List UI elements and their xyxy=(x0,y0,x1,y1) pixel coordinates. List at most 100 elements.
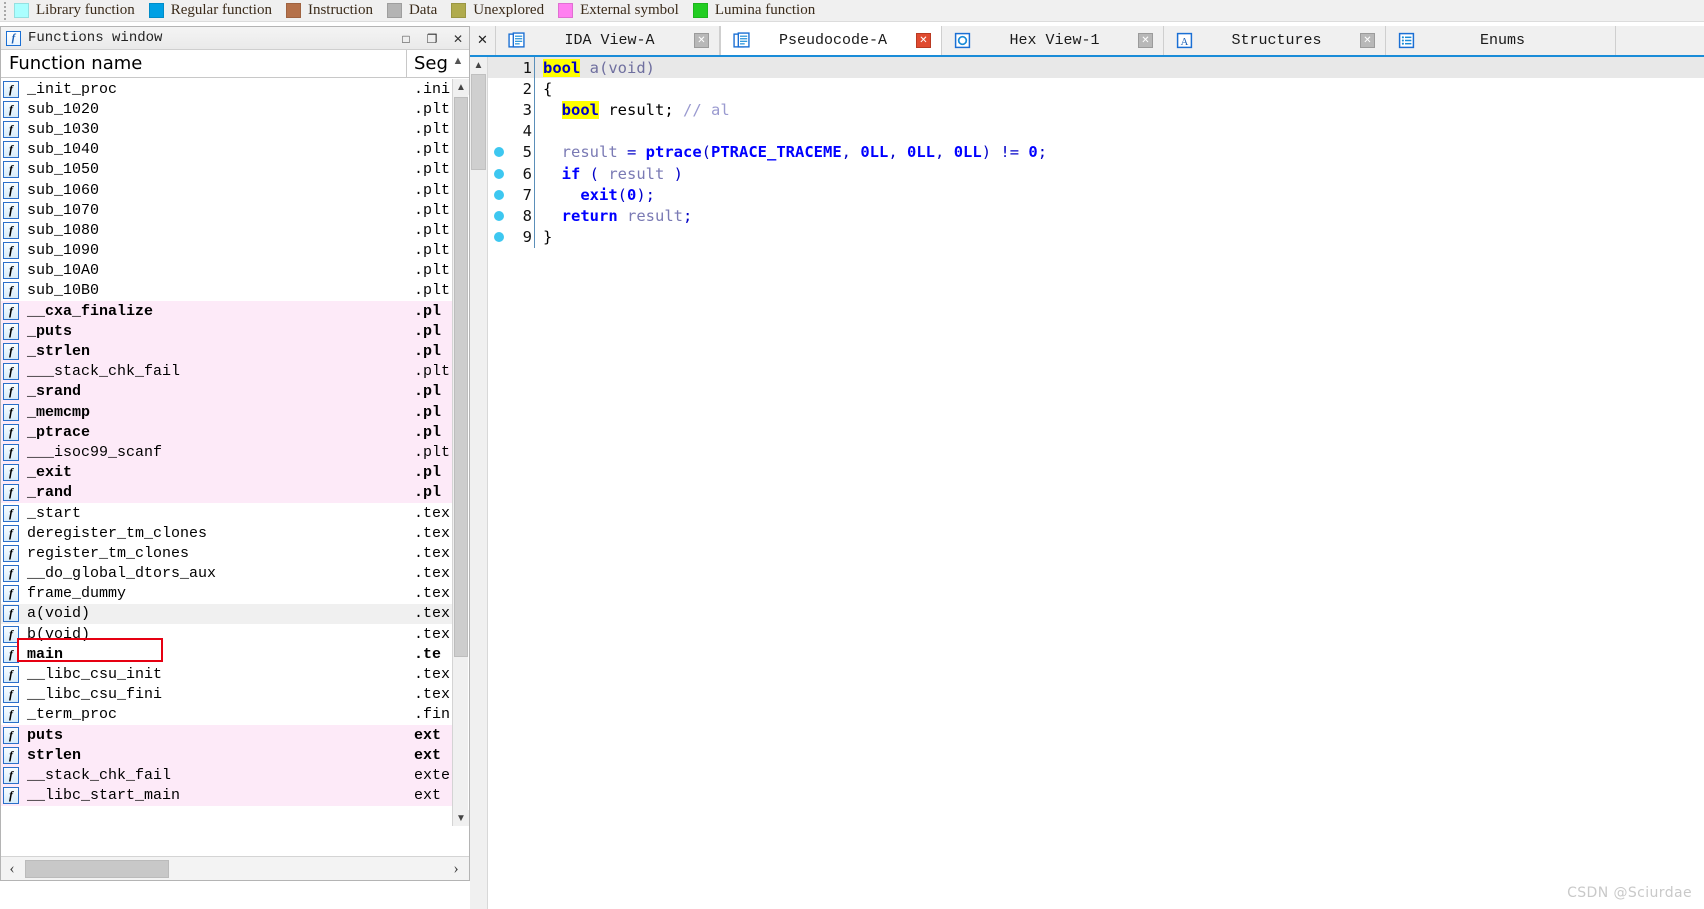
breakpoint-marker-icon[interactable] xyxy=(488,210,510,221)
function-list-item[interactable]: f sub_1030 .plt xyxy=(1,119,453,140)
function-list-item[interactable]: f frame_dummy .tex xyxy=(1,583,453,604)
function-list-item[interactable]: f sub_1060 .plt xyxy=(1,179,453,201)
chevron-up-icon[interactable]: ▲ xyxy=(451,55,465,73)
function-list-item[interactable]: f sub_1080 .plt xyxy=(1,220,453,241)
function-list-item[interactable]: f _rand .pl xyxy=(1,482,453,503)
function-list-item[interactable]: f __libc_start_main ext xyxy=(1,785,453,806)
function-list-item[interactable]: f deregister_tm_clones .tex xyxy=(1,523,453,544)
close-tab-button[interactable]: ✕ xyxy=(470,26,496,55)
function-list-item[interactable]: f strlen ext xyxy=(1,745,453,766)
function-list-item[interactable]: f sub_1020 .plt xyxy=(1,99,453,120)
scroll-right-icon[interactable]: › xyxy=(445,858,467,880)
function-list-item[interactable]: f register_tm_clones .tex xyxy=(1,543,453,564)
function-list-vertical-scrollbar[interactable]: ▲ ▼ xyxy=(452,79,469,826)
legend-label: External symbol xyxy=(580,2,679,18)
scroll-up-icon[interactable]: ▲ xyxy=(470,57,487,73)
tab-label: Hex View-1 xyxy=(1009,32,1100,49)
pseudocode-line[interactable]: 9} xyxy=(488,226,1704,248)
function-list-item[interactable]: f sub_10B0 .plt xyxy=(1,280,453,302)
pseudocode-line-text: if ( result ) xyxy=(535,165,683,183)
pseudocode-text-body[interactable]: 1 bool a(void) 2{3 bool result; // al 4 5 re… xyxy=(488,57,1704,909)
scroll-down-icon[interactable]: ▼ xyxy=(453,810,469,826)
function-list-item[interactable]: f puts ext xyxy=(1,725,453,746)
tab-enums[interactable]: Enums xyxy=(1386,26,1616,55)
pseudocode-line[interactable]: 2{ xyxy=(488,78,1704,100)
function-list-item[interactable]: f _init_proc .ini xyxy=(1,79,453,100)
function-list-item[interactable]: f __libc_csu_fini .tex xyxy=(1,684,453,705)
vertical-scroll-thumb[interactable] xyxy=(471,74,486,170)
function-list-item[interactable]: f b(void) .tex xyxy=(1,624,453,645)
functions-window-titlebar[interactable]: f Functions window □ ❐ ✕ xyxy=(1,27,469,50)
pseudocode-line[interactable]: 7 exit(0); xyxy=(488,184,1704,206)
function-list-item[interactable]: f ___isoc99_scanf .plt xyxy=(1,442,453,463)
function-icon: f xyxy=(3,746,19,764)
tab-close-icon[interactable]: ✕ xyxy=(1137,33,1153,48)
pseudocode-line[interactable]: 3 bool result; // al xyxy=(488,99,1704,121)
breakpoint-marker-icon[interactable] xyxy=(488,189,510,200)
function-list-item[interactable]: f sub_1040 .plt xyxy=(1,139,453,160)
function-list-item[interactable]: f _puts .pl xyxy=(1,321,453,342)
function-list-item[interactable]: f ___stack_chk_fail .plt xyxy=(1,361,453,382)
function-list-item[interactable]: f _ptrace .pl xyxy=(1,422,453,443)
function-segment-label: .plt xyxy=(414,161,451,179)
restore-button[interactable]: □ xyxy=(399,32,413,46)
tab-ida-view-a[interactable]: IDA View-A ✕ xyxy=(496,26,720,55)
column-header-segment[interactable]: Seg xyxy=(414,53,448,74)
function-list-item[interactable]: f main .te xyxy=(1,644,453,665)
function-list-item[interactable]: f a(void) .tex xyxy=(1,603,453,625)
function-list-item[interactable]: f sub_1090 .plt xyxy=(1,240,453,261)
function-list-item[interactable]: f _srand .pl xyxy=(1,381,453,402)
function-list-horizontal-scrollbar[interactable]: ‹ › xyxy=(1,856,469,880)
function-list-item[interactable]: f sub_1070 .plt xyxy=(1,200,453,221)
pseudocode-line[interactable]: 6 if ( result ) xyxy=(488,162,1704,185)
code-token: 0LL xyxy=(953,143,982,162)
function-icon: f xyxy=(3,666,19,684)
function-list-item[interactable]: f __do_global_dtors_aux .tex xyxy=(1,563,453,584)
close-button[interactable]: ✕ xyxy=(451,32,465,46)
column-header-function-name[interactable]: Function name xyxy=(1,53,142,74)
breakpoint-marker-icon[interactable] xyxy=(488,168,510,179)
tab-structures[interactable]: A Structures ✕ xyxy=(1164,26,1386,55)
pseudocode-line[interactable]: 5 result = ptrace(PTRACE_TRACEME, 0LL, 0… xyxy=(488,141,1704,163)
breakpoint-marker-icon[interactable] xyxy=(488,232,510,243)
vertical-scroll-thumb[interactable] xyxy=(454,97,468,657)
pseudocode-line[interactable]: 1 bool a(void) xyxy=(488,57,1704,79)
function-list-item[interactable]: f _strlen .pl xyxy=(1,341,453,362)
pseudocode-line[interactable]: 4 xyxy=(488,120,1704,142)
maximize-button[interactable]: ❐ xyxy=(425,32,439,46)
tab-hex-view-1[interactable]: Hex View-1 ✕ xyxy=(942,26,1164,55)
function-list-item[interactable]: f sub_1050 .plt xyxy=(1,159,453,180)
scroll-up-icon[interactable]: ▲ xyxy=(453,79,469,95)
tab-close-icon[interactable]: ✕ xyxy=(1359,33,1375,48)
function-icon: f xyxy=(3,363,19,381)
function-name-label: _srand xyxy=(27,383,82,401)
function-icon: f xyxy=(3,443,19,461)
column-divider[interactable] xyxy=(406,50,407,77)
function-list-item[interactable]: f _memcmp .pl xyxy=(1,402,453,423)
line-number: 8 xyxy=(522,206,532,225)
tab-pseudocode-a[interactable]: Pseudocode-A ✕ xyxy=(720,26,942,55)
scroll-left-icon[interactable]: ‹ xyxy=(1,858,23,880)
function-list-item[interactable]: f __stack_chk_fail exte xyxy=(1,765,453,786)
function-list-item[interactable]: f _exit .pl xyxy=(1,462,453,483)
function-list-item[interactable]: f sub_10A0 .plt xyxy=(1,260,453,281)
tab-close-icon[interactable]: ✕ xyxy=(693,33,709,48)
breakpoint-marker-icon[interactable] xyxy=(488,147,510,158)
tab-close-icon[interactable]: ✕ xyxy=(916,33,931,48)
legend-item-list: Library function Regular function Instruct… xyxy=(14,2,829,19)
line-number: 2 xyxy=(522,79,532,98)
function-list-item[interactable]: f _term_proc .fin xyxy=(1,704,453,725)
horizontal-scroll-thumb[interactable] xyxy=(25,859,169,878)
function-list-item[interactable]: f __cxa_finalize .pl xyxy=(1,301,453,322)
function-list-item[interactable]: f _start .tex xyxy=(1,502,453,524)
toolbar-drag-handle[interactable] xyxy=(0,0,10,22)
function-segment-label: .plt xyxy=(414,242,451,260)
pseudocode-vertical-scrollbar[interactable]: ▲ xyxy=(470,57,488,909)
line-number: 9 xyxy=(522,228,532,247)
function-segment-label: .plt xyxy=(414,100,451,118)
function-list-viewport[interactable]: f _init_proc .ini f sub_1020 .plt f sub_1030 .pl… xyxy=(1,79,469,826)
pseudocode-line[interactable]: 8 return result; xyxy=(488,205,1704,227)
function-segment-label: .plt xyxy=(414,282,451,300)
code-token: } xyxy=(543,228,553,247)
function-list-item[interactable]: f __libc_csu_init .tex xyxy=(1,664,453,685)
